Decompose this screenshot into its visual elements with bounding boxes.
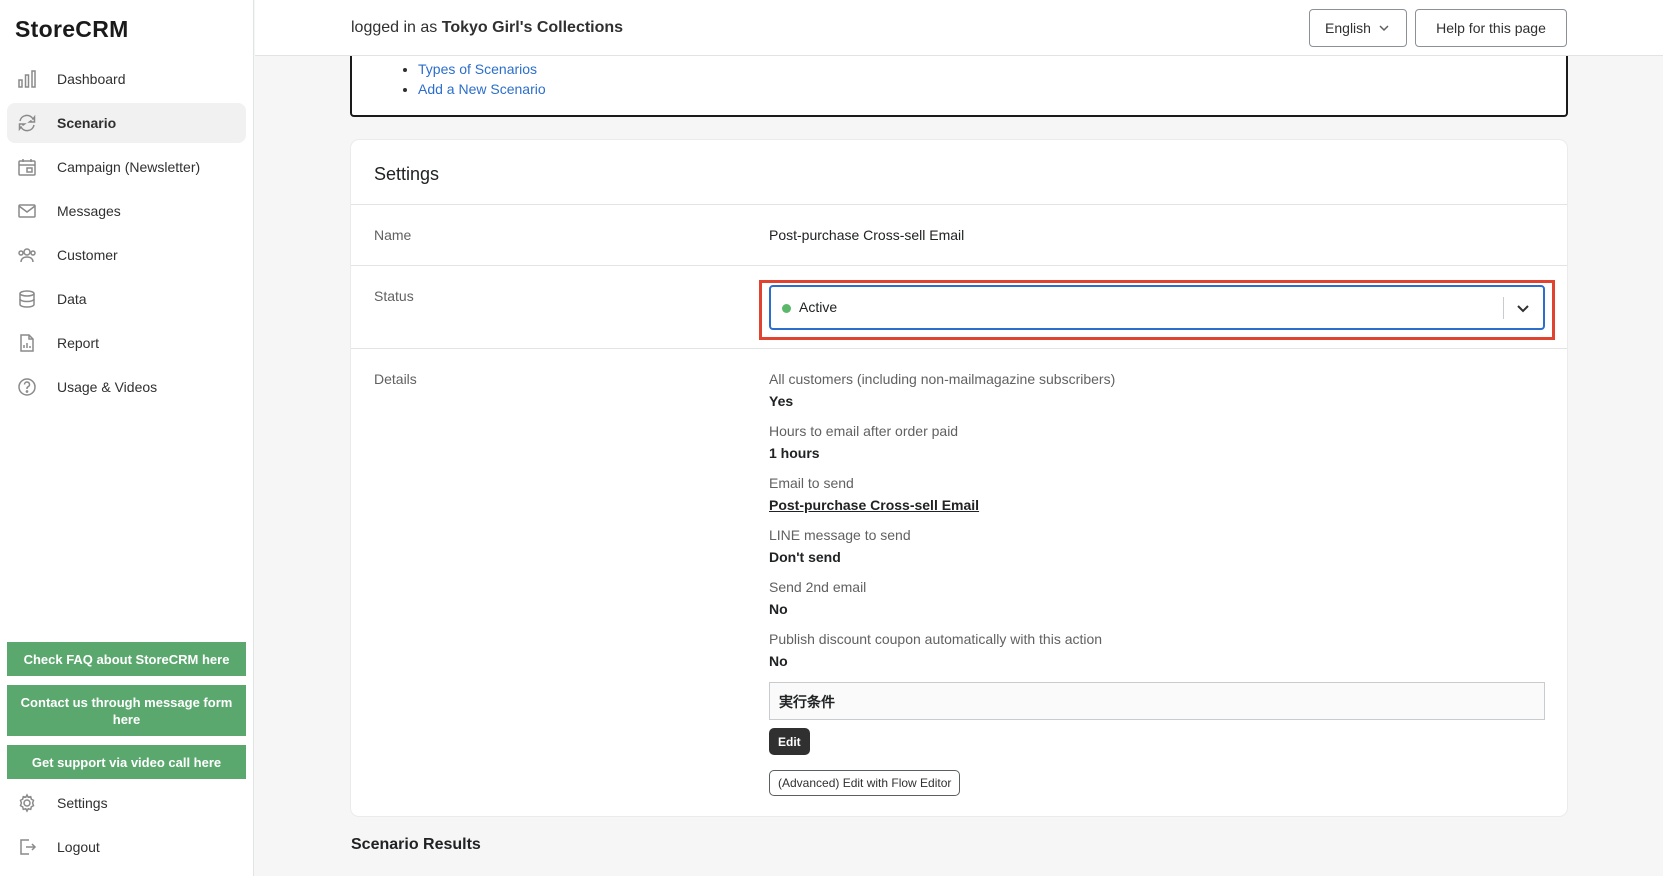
calendar-icon <box>16 156 38 178</box>
link-add-new-scenario[interactable]: Add a New Scenario <box>418 81 546 97</box>
list-item: Types of Scenarios <box>418 59 546 79</box>
sidebar-item-messages[interactable]: Messages <box>7 191 246 231</box>
detail-label-email: Email to send <box>769 475 854 491</box>
sidebar: StoreCRM Dashboard Scenario Campaign (Ne… <box>0 0 254 876</box>
name-label: Name <box>374 227 412 243</box>
users-icon <box>16 244 38 266</box>
refresh-icon <box>16 112 38 134</box>
envelope-icon <box>16 200 38 222</box>
sidebar-item-label: Messages <box>57 203 121 219</box>
detail-label-coupon: Publish discount coupon automatically wi… <box>769 631 1103 647</box>
chevron-down-icon[interactable] <box>1514 299 1532 317</box>
detail-value-email: Post-purchase Cross-sell Email <box>769 497 979 513</box>
sidebar-item-label: Campaign (Newsletter) <box>57 159 201 175</box>
sidebar-item-logout[interactable]: Logout <box>7 827 246 867</box>
sidebar-item-label: Data <box>57 291 87 307</box>
status-select[interactable]: Active <box>769 285 1545 330</box>
details-label: Details <box>374 371 417 387</box>
language-select[interactable]: English <box>1309 9 1407 47</box>
sidebar-item-campaign[interactable]: Campaign (Newsletter) <box>7 147 246 187</box>
sidebar-item-label: Settings <box>57 795 108 811</box>
app-logo: StoreCRM <box>15 16 129 42</box>
sidebar-item-settings[interactable]: Settings <box>7 783 246 823</box>
sidebar-item-report[interactable]: Report <box>7 323 246 363</box>
logout-icon <box>16 836 38 858</box>
sidebar-item-label: Usage & Videos <box>57 379 158 395</box>
sidebar-item-label: Scenario <box>57 115 117 131</box>
database-icon <box>16 288 38 310</box>
name-value: Post-purchase Cross-sell Email <box>769 227 965 243</box>
help-links-panel: Types of Scenarios Add a New Scenario <box>350 56 1568 117</box>
details-row: Details <box>351 348 1567 816</box>
sidebar-nav: Dashboard Scenario Campaign (Newsletter)… <box>7 59 246 411</box>
sidebar-item-customer[interactable]: Customer <box>7 235 246 275</box>
contact-form-button[interactable]: Contact us through message form here <box>7 685 246 736</box>
detail-value-line: Don't send <box>769 549 841 565</box>
email-link[interactable]: Post-purchase Cross-sell Email <box>769 497 979 513</box>
detail-label-hours: Hours to email after order paid <box>769 423 959 439</box>
sidebar-item-label: Customer <box>57 247 118 263</box>
gear-icon <box>16 792 38 814</box>
detail-value-all-customers: Yes <box>769 393 794 409</box>
report-icon <box>16 332 38 354</box>
bar-chart-icon <box>16 68 38 90</box>
execution-conditions-box: 実行条件 <box>769 682 1545 720</box>
scenario-results-title: Scenario Results <box>351 836 481 853</box>
question-icon <box>16 376 38 398</box>
settings-card: Settings Name Post-purchase Cross-sell E… <box>351 140 1567 816</box>
top-bar: logged in as Tokyo Girl's Collections En… <box>255 0 1663 56</box>
select-separator <box>1503 297 1504 319</box>
sidebar-item-dashboard[interactable]: Dashboard <box>7 59 246 99</box>
sidebar-item-usage-videos[interactable]: Usage & Videos <box>7 367 246 407</box>
detail-label-all-customers: All customers (including non-mailmagazin… <box>769 371 1116 387</box>
detail-label-second-email: Send 2nd email <box>769 579 867 595</box>
store-name: Tokyo Girl's Collections <box>441 19 624 36</box>
detail-value-second-email: No <box>769 601 788 617</box>
link-types-of-scenarios[interactable]: Types of Scenarios <box>418 61 537 77</box>
help-links-list: Types of Scenarios Add a New Scenario <box>418 59 546 99</box>
edit-button[interactable]: Edit <box>769 728 810 755</box>
detail-value-coupon: No <box>769 653 788 669</box>
sidebar-item-label: Dashboard <box>57 71 126 87</box>
flow-editor-button[interactable]: (Advanced) Edit with Flow Editor <box>769 770 961 796</box>
faq-button[interactable]: Check FAQ about StoreCRM here <box>7 642 246 676</box>
sidebar-item-label: Logout <box>57 839 100 855</box>
sidebar-item-scenario[interactable]: Scenario <box>7 103 246 143</box>
name-row: Name Post-purchase Cross-sell Email <box>351 204 1567 265</box>
sidebar-bottom-nav: Settings Logout <box>7 783 246 871</box>
status-selected-value: Active <box>799 299 838 315</box>
detail-value-hours: 1 hours <box>769 445 820 461</box>
chevron-down-icon <box>1379 25 1389 32</box>
help-page-button[interactable]: Help for this page <box>1415 9 1567 47</box>
status-indicator-dot <box>782 304 791 313</box>
login-status: logged in as Tokyo Girl's Collections <box>351 19 624 36</box>
settings-title: Settings <box>374 164 440 184</box>
sidebar-item-label: Report <box>57 335 100 351</box>
sidebar-item-data[interactable]: Data <box>7 279 246 319</box>
detail-label-line: LINE message to send <box>769 527 911 543</box>
video-support-button[interactable]: Get support via video call here <box>7 745 246 779</box>
status-label: Status <box>374 288 414 304</box>
list-item: Add a New Scenario <box>418 79 546 99</box>
